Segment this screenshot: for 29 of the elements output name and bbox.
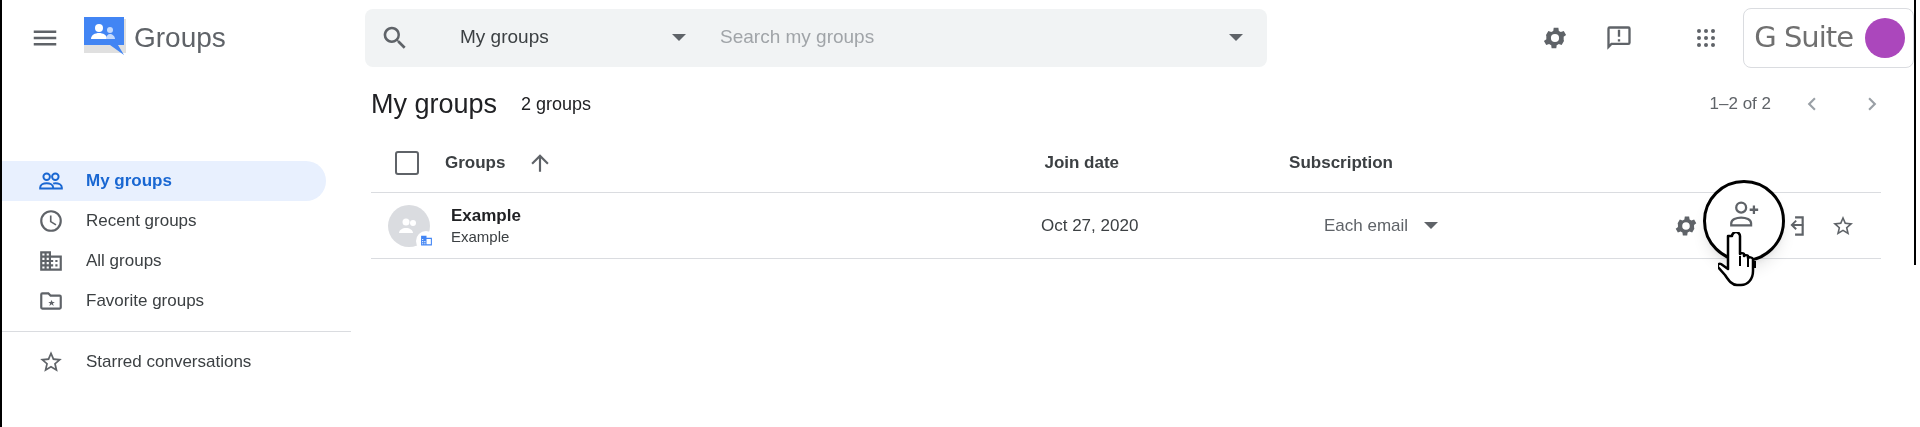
feedback-icon[interactable] (1605, 23, 1634, 52)
search-field[interactable]: Search my groups (720, 23, 1221, 52)
subscription-dropdown[interactable]: Each email (1324, 212, 1439, 239)
search-bar[interactable]: My groups Search my groups (365, 8, 1267, 67)
app-name: Groups (134, 20, 226, 55)
sidebar-item[interactable]: My groups (0, 161, 326, 201)
avatar[interactable] (1865, 17, 1905, 58)
column-header[interactable]: Join date (1044, 149, 1120, 176)
caret-icon[interactable] (1424, 222, 1439, 229)
column-header[interactable]: Subscription (1289, 149, 1393, 176)
column-header[interactable]: Groups (445, 149, 506, 176)
group-count: 2 groups (521, 92, 592, 116)
select-all-checkbox[interactable] (395, 150, 419, 175)
star-icon (38, 349, 64, 375)
group-name[interactable]: Example (451, 204, 521, 227)
building-icon (38, 248, 64, 274)
group-email: Example (451, 226, 510, 247)
caret-icon[interactable] (672, 34, 686, 41)
account-switcher[interactable]: G Suite (1743, 7, 1914, 68)
pagination-range: 1–2 of 2 (1709, 93, 1771, 116)
scope-dropdown[interactable]: My groups (460, 23, 686, 52)
page-title: My groups (371, 87, 498, 121)
table-cell: Oct 27, 2020 (1041, 215, 1139, 235)
sidebar-item[interactable]: Recent groups (0, 201, 326, 241)
sidebar-item[interactable]: Starred conversations (0, 342, 326, 382)
clock-icon (38, 208, 64, 234)
sidebar-item[interactable]: All groups (0, 241, 326, 281)
caret-icon[interactable] (1229, 34, 1243, 41)
sidebar-item[interactable]: Favorite groups (0, 281, 326, 321)
